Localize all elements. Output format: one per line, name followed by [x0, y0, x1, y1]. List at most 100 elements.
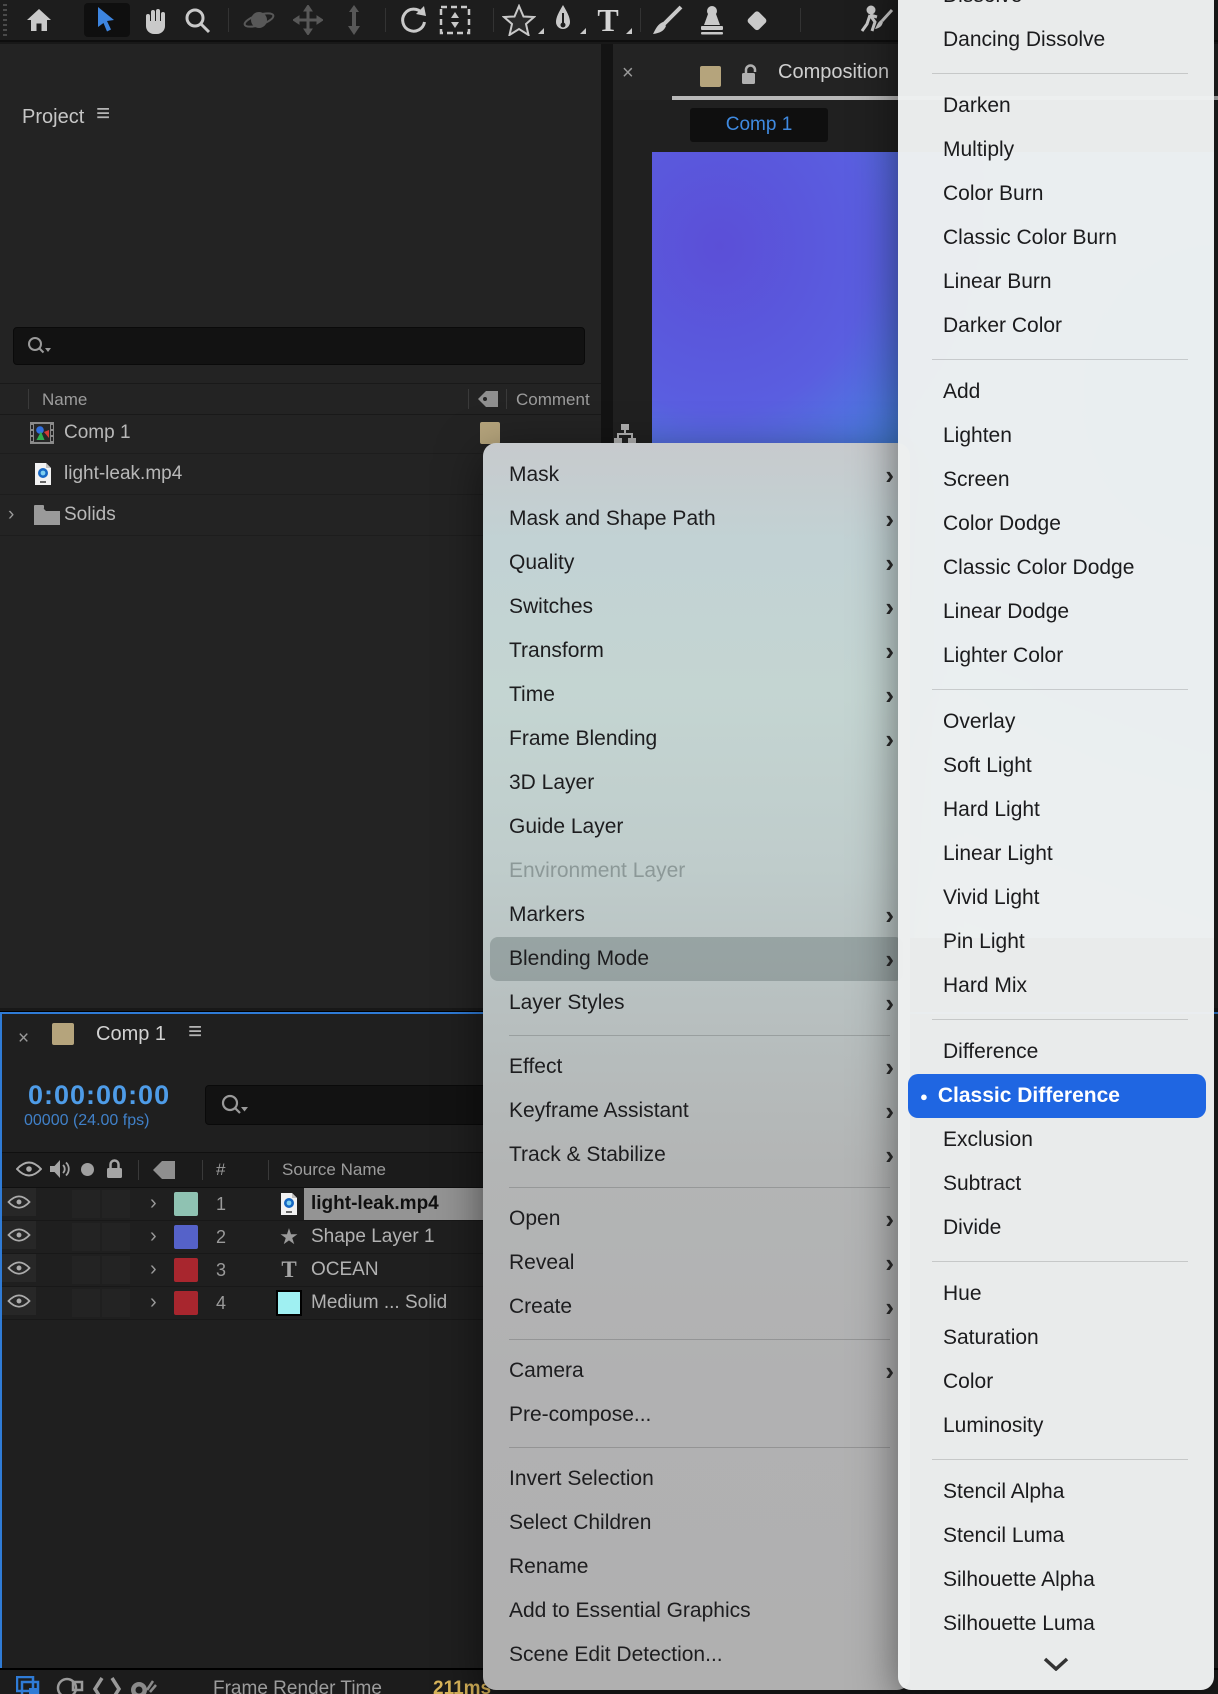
menu-item-camera[interactable]: Camera › [483, 1349, 910, 1393]
blend-mode-color-burn[interactable]: Color Burn [898, 172, 1214, 216]
blend-mode-dissolve[interactable]: Dissolve [898, 0, 1214, 18]
blend-mode-overlay[interactable]: Overlay [898, 700, 1214, 744]
expander-chevron-icon[interactable]: › [150, 1258, 157, 1281]
column-name[interactable]: Name [42, 390, 87, 410]
blend-mode-classic-color-dodge[interactable]: Classic Color Dodge [898, 546, 1214, 590]
menu-item-frame-blending[interactable]: Frame Blending › [483, 717, 910, 761]
blend-mode-subtract[interactable]: Subtract [898, 1162, 1214, 1206]
blend-mode-darken[interactable]: Darken [898, 84, 1214, 128]
menu-item-time[interactable]: Time › [483, 673, 910, 717]
blend-mode-divide[interactable]: Divide [898, 1206, 1214, 1250]
expander-chevron-icon[interactable]: › [8, 504, 14, 526]
menu-item-mask[interactable]: Mask › [483, 453, 910, 497]
label-tag-icon[interactable] [477, 389, 499, 414]
blend-mode-pin-light[interactable]: Pin Light [898, 920, 1214, 964]
expander-chevron-icon[interactable]: › [150, 1291, 157, 1314]
project-search-input[interactable] [13, 327, 585, 365]
close-icon[interactable]: × [622, 62, 634, 85]
blend-mode-saturation[interactable]: Saturation [898, 1316, 1214, 1360]
type-tool-icon[interactable]: T [590, 0, 632, 40]
layer-label-chip[interactable] [174, 1258, 198, 1282]
eraser-tool-icon[interactable] [740, 0, 774, 40]
composition-tab-label[interactable]: Composition [778, 61, 889, 84]
project-item-name[interactable]: Solids [64, 504, 116, 526]
expander-chevron-icon[interactable]: › [150, 1225, 157, 1248]
menu-item-transform[interactable]: Transform › [483, 629, 910, 673]
eye-icon[interactable] [2, 1287, 36, 1315]
blend-mode-lighter-color[interactable]: Lighter Color [898, 634, 1214, 678]
pen-tool-icon[interactable] [546, 0, 586, 40]
menu-item-guide-layer[interactable]: Guide Layer [483, 805, 910, 849]
lock-icon[interactable] [106, 1159, 123, 1184]
blend-mode-dancing-dissolve[interactable]: Dancing Dissolve [898, 18, 1214, 62]
zoom-tool-icon[interactable] [180, 0, 214, 40]
menu-item-layer-styles[interactable]: Layer Styles › [483, 981, 910, 1025]
timeline-panel-menu-icon[interactable]: ≡ [188, 1020, 202, 1044]
menu-item-pre-compose[interactable]: Pre-compose... [483, 1393, 910, 1437]
blend-mode-lighten[interactable]: Lighten [898, 414, 1214, 458]
blend-mode-multiply[interactable]: Multiply [898, 128, 1214, 172]
blend-mode-screen[interactable]: Screen [898, 458, 1214, 502]
blend-mode-classic-difference[interactable]: ● Classic Difference [908, 1074, 1206, 1118]
menu-item-markers[interactable]: Markers › [483, 893, 910, 937]
menu-item-track-stabilize[interactable]: Track & Stabilize › [483, 1133, 910, 1177]
blend-mode-silhouette-alpha[interactable]: Silhouette Alpha [898, 1558, 1214, 1602]
video-switch-cell[interactable] [72, 1223, 100, 1251]
label-tag-icon[interactable] [152, 1160, 176, 1185]
comp-viewer-button[interactable]: Comp 1 [690, 108, 828, 142]
menu-item-3d-layer[interactable]: 3D Layer [483, 761, 910, 805]
blend-mode-add[interactable]: Add [898, 370, 1214, 414]
blend-mode-color[interactable]: Color [898, 1360, 1214, 1404]
column-number[interactable]: # [216, 1160, 225, 1180]
audio-icon[interactable] [49, 1159, 71, 1184]
blend-mode-classic-color-burn[interactable]: Classic Color Burn [898, 216, 1214, 260]
camera-region-tool-icon[interactable] [436, 0, 474, 40]
blend-mode-linear-dodge[interactable]: Linear Dodge [898, 590, 1214, 634]
column-comment[interactable]: Comment [516, 390, 590, 410]
blend-mode-silhouette-luma[interactable]: Silhouette Luma [898, 1602, 1214, 1646]
menu-item-rename[interactable]: Rename [483, 1545, 910, 1589]
snail-icon[interactable] [128, 1676, 158, 1694]
blend-mode-vivid-light[interactable]: Vivid Light [898, 876, 1214, 920]
menu-item-quality[interactable]: Quality › [483, 541, 910, 585]
menu-item-invert-selection[interactable]: Invert Selection [483, 1457, 910, 1501]
audio-switch-cell[interactable] [102, 1190, 130, 1218]
audio-switch-cell[interactable] [102, 1256, 130, 1284]
blend-mode-linear-burn[interactable]: Linear Burn [898, 260, 1214, 304]
shape-tool-icon[interactable] [500, 0, 544, 40]
blend-mode-hard-mix[interactable]: Hard Mix [898, 964, 1214, 1008]
video-switch-cell[interactable] [72, 1256, 100, 1284]
scroll-down-chevron-icon[interactable] [898, 1646, 1214, 1682]
blend-mode-linear-light[interactable]: Linear Light [898, 832, 1214, 876]
blend-mode-hard-light[interactable]: Hard Light [898, 788, 1214, 832]
menu-item-reveal[interactable]: Reveal › [483, 1241, 910, 1285]
toolbar-drag-handle[interactable] [3, 4, 7, 36]
project-columns-header[interactable]: Name Comment [0, 383, 601, 415]
blend-mode-hue[interactable]: Hue [898, 1272, 1214, 1316]
label-color-chip[interactable] [480, 422, 500, 444]
project-item-name[interactable]: light-leak.mp4 [64, 463, 182, 485]
video-switch-cell[interactable] [72, 1190, 100, 1218]
brush-tool-icon[interactable] [648, 0, 686, 40]
home-icon[interactable] [22, 0, 56, 40]
expander-chevron-icon[interactable]: › [150, 1192, 157, 1215]
menu-item-open[interactable]: Open › [483, 1197, 910, 1241]
selection-tool-icon[interactable] [84, 3, 130, 37]
hand-tool-icon[interactable] [138, 0, 172, 40]
project-panel-menu-icon[interactable]: ≡ [96, 102, 110, 126]
expand-transfer-controls-icon[interactable] [92, 1676, 122, 1694]
timeline-tab-label[interactable]: Comp 1 [96, 1023, 166, 1046]
menu-item-effect[interactable]: Effect › [483, 1045, 910, 1089]
video-switch-cell[interactable] [72, 1289, 100, 1317]
shy-icon[interactable] [56, 1676, 84, 1694]
blend-mode-luminosity[interactable]: Luminosity [898, 1404, 1214, 1448]
project-item-name[interactable]: Comp 1 [64, 422, 131, 444]
clone-stamp-tool-icon[interactable] [694, 0, 730, 40]
layer-label-chip[interactable] [174, 1225, 198, 1249]
eye-icon[interactable] [15, 1161, 43, 1182]
blend-mode-stencil-luma[interactable]: Stencil Luma [898, 1514, 1214, 1558]
audio-switch-cell[interactable] [102, 1289, 130, 1317]
menu-item-keyframe-assistant[interactable]: Keyframe Assistant › [483, 1089, 910, 1133]
close-icon[interactable]: × [18, 1028, 29, 1050]
menu-item-switches[interactable]: Switches › [483, 585, 910, 629]
